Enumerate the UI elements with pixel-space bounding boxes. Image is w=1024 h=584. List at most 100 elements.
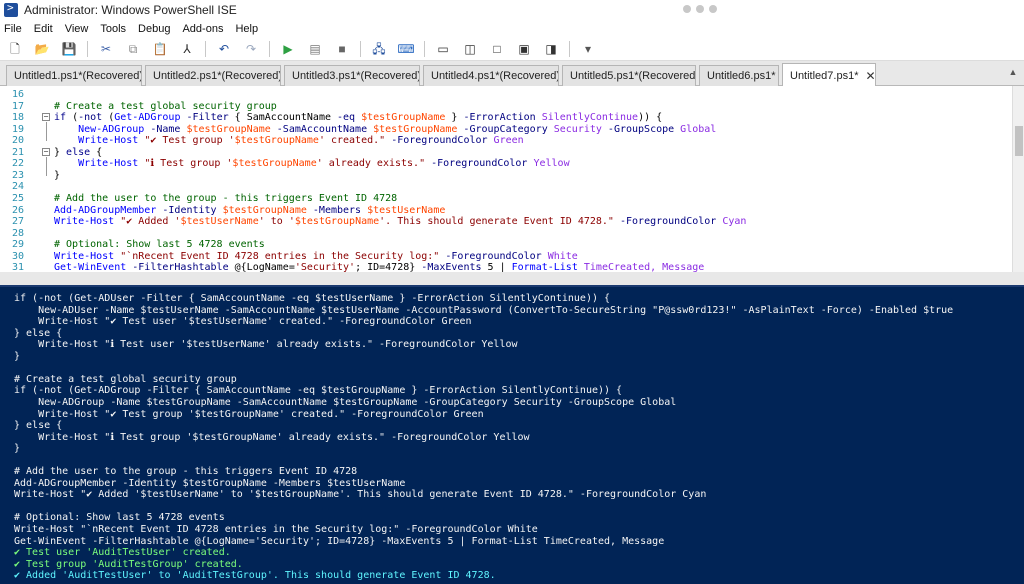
code-token: -ForegroundColor [425, 158, 528, 170]
console-echo-line: Write-Host "ℹ Test group '$testGroupName… [14, 431, 530, 443]
code-token: 5 | [481, 262, 512, 272]
code-token: -Identity [156, 204, 217, 216]
save-icon[interactable]: 💾 [60, 40, 78, 58]
line-number: 30 [12, 250, 25, 262]
editor-line[interactable]: 30 Write-Host "`nRecent Event ID 4728 ent… [0, 251, 1024, 263]
code-token: New-ADGroup [78, 123, 145, 135]
tab-untitled7[interactable]: Untitled7.ps1* ✕ [782, 63, 876, 87]
console-echo-line: Write-Host "✔ Test group '$testGroupName… [14, 408, 484, 420]
code-token: -Filter [180, 112, 229, 124]
code-token: Security [547, 123, 602, 135]
code-token: 'Security' [294, 262, 356, 272]
editor-line[interactable]: 22 Write-Host "ℹ Test group '$testGroupN… [0, 158, 1024, 170]
tab-untitled6[interactable]: Untitled6.ps1* [699, 65, 779, 86]
code-token: "`nRecent Event ID 4728 entries in the S… [114, 250, 440, 262]
editor-line[interactable]: 26 Add-ADGroupMember -Identity $testGroup… [0, 205, 1024, 217]
fold-guide [46, 156, 47, 176]
menu-debug[interactable]: Debug [138, 23, 170, 35]
tab-label: Untitled2.ps1*(Recovered) [153, 70, 281, 82]
code-token: -GroupScope [601, 123, 675, 135]
code-token: -ForegroundColor [613, 216, 717, 228]
menu-add-ons[interactable]: Add-ons [182, 23, 223, 35]
console-echo-line: } else { [14, 420, 63, 432]
new-icon[interactable]: 🗋 [6, 40, 24, 58]
code-token: { [90, 146, 103, 158]
code-token: -FilterHashtable [126, 262, 229, 272]
editor-line[interactable]: 31 Get-WinEvent -FilterHashtable @{LogNam… [0, 262, 1024, 272]
code-token: "✔ Test group ' [138, 135, 235, 147]
code-token: "ℹ Test group ' [138, 158, 233, 170]
code-token: Add-ADGroupMember [54, 204, 157, 216]
editor-line[interactable]: 18− if (-not (Get-ADGroup -Filter { SamAc… [0, 112, 1024, 124]
stop-icon[interactable]: ■ [333, 40, 351, 58]
tab-label: Untitled7.ps1* [790, 69, 859, 82]
line-number: 22 [12, 158, 25, 170]
redo-icon[interactable]: ↷ [242, 40, 260, 58]
menu-tools[interactable]: Tools [100, 23, 126, 35]
console-pane[interactable]: if (-not (Get-ADUser -Filter { SamAccoun… [0, 285, 1024, 584]
code-token: -MaxEvents [415, 262, 482, 272]
console-echo-line: } [14, 350, 21, 362]
menu-file[interactable]: File [4, 23, 22, 35]
code-token: Yellow [527, 158, 570, 170]
code-token: ( [66, 112, 79, 124]
code-token: ' already exists." [316, 158, 426, 170]
copy-icon[interactable]: ⧉ [124, 40, 142, 58]
editor-line[interactable]: 16 [0, 89, 1024, 101]
pane-splitter[interactable] [0, 272, 1024, 285]
code-token: Global [674, 123, 717, 135]
menu-help[interactable]: Help [235, 23, 258, 35]
clear-icon[interactable]: ⅄ [178, 40, 196, 58]
editor-line[interactable]: 28 [0, 228, 1024, 240]
editor-line[interactable]: 27 Write-Host "✔ Added '$testUserName' to… [0, 216, 1024, 228]
fold-toggle-icon[interactable]: − [42, 113, 50, 122]
remote-icon[interactable]: 🖧 [370, 40, 388, 58]
tab-untitled2[interactable]: Untitled2.ps1*(Recovered) [145, 65, 281, 86]
overflow-icon[interactable]: ▾ [579, 40, 597, 58]
editor-line[interactable]: 19 New-ADGroup -Name $testGroupName -Sam… [0, 124, 1024, 136]
fold-toggle-icon[interactable]: − [42, 147, 50, 156]
window-title: Administrator: Windows PowerShell ISE [24, 3, 237, 17]
menu-view[interactable]: View [65, 23, 89, 35]
paste-icon[interactable]: 📋 [151, 40, 169, 58]
code-token: Write-Host [54, 250, 115, 262]
code-text: Add-ADGroupMember -Identity $testGroupNa… [54, 205, 445, 217]
code-token: $testGroupName [294, 216, 380, 228]
code-text: Write-Host "`nRecent Event ID 4728 entri… [54, 251, 578, 263]
editor-line[interactable]: 21 −} else { [0, 147, 1024, 159]
title-drag-handle[interactable] [683, 5, 717, 13]
console-echo-line: Get-WinEvent -FilterHashtable @{LogName=… [14, 535, 665, 547]
tab-close-icon[interactable]: ✕ [866, 69, 876, 83]
code-token: -ForegroundColor [385, 135, 488, 147]
editor-line[interactable]: 23} [0, 170, 1024, 182]
script-editor[interactable]: 16 17 # Create a test global security grou… [0, 86, 1024, 272]
undo-icon[interactable]: ↶ [215, 40, 233, 58]
tab-untitled1[interactable]: Untitled1.ps1*(Recovered) [6, 65, 142, 86]
open-icon[interactable]: 📂 [33, 40, 51, 58]
tab-scroll-icon[interactable]: ▲ [1006, 67, 1020, 81]
layout-right-icon[interactable]: ◫ [461, 40, 479, 58]
layout-top-icon[interactable]: ▭ [434, 40, 452, 58]
menu-edit[interactable]: Edit [34, 23, 53, 35]
toolbar-separator [424, 40, 425, 57]
cut-icon[interactable]: ✂ [97, 40, 115, 58]
run-icon[interactable]: ▶ [279, 40, 297, 58]
show-commands-icon[interactable]: ◨ [542, 40, 560, 58]
editor-line[interactable]: 20 Write-Host "✔ Test group '$testGroupN… [0, 135, 1024, 147]
layout-max-icon[interactable]: □ [488, 40, 506, 58]
show-script-icon[interactable]: ▣ [515, 40, 533, 58]
console-echo-line: } [14, 443, 21, 455]
editor-line[interactable]: 29 # Optional: Show last 5 4728 events [0, 239, 1024, 251]
code-token: -Name [144, 123, 181, 135]
tab-untitled5[interactable]: Untitled5.ps1*(Recovered) [562, 65, 696, 86]
code-token: if [54, 112, 67, 124]
tab-untitled4[interactable]: Untitled4.ps1*(Recovered) [423, 65, 559, 86]
editor-line[interactable]: 24 [0, 181, 1024, 193]
code-token: -Members [306, 204, 362, 216]
editor-line[interactable]: 25 # Add the user to the group - this tri… [0, 193, 1024, 205]
code-token: else [66, 146, 91, 158]
powershell-icon[interactable]: ⌨ [397, 40, 415, 58]
run-selection-icon[interactable]: ▤ [306, 40, 324, 58]
tab-untitled3[interactable]: Untitled3.ps1*(Recovered) [284, 65, 420, 86]
editor-line[interactable]: 17 # Create a test global security group [0, 101, 1024, 113]
